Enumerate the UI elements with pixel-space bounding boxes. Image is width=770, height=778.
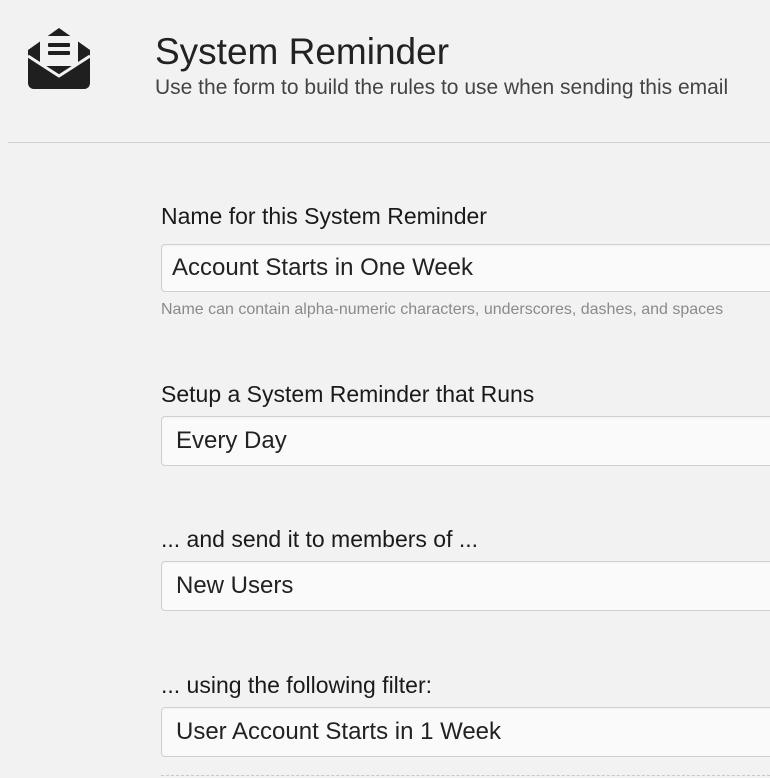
recipients-select-value: New Users xyxy=(176,572,294,599)
name-field-label: Name for this System Reminder xyxy=(161,203,487,229)
page-subtitle: Use the form to build the rules to use w… xyxy=(155,76,729,99)
schedule-select[interactable]: Every Day xyxy=(161,416,770,466)
open-envelope-icon xyxy=(26,26,92,90)
recipients-select[interactable]: New Users xyxy=(161,561,770,611)
filter-select-value: User Account Starts in 1 Week xyxy=(176,718,502,745)
page-header: System Reminder Use the form to build th… xyxy=(0,0,770,143)
name-input-value: Account Starts in One Week xyxy=(172,254,474,281)
schedule-field-label: Setup a System Reminder that Runs xyxy=(161,381,535,407)
filter-field-label: ... using the following filter: xyxy=(161,672,433,698)
page: System Reminder Use the form to build th… xyxy=(0,0,770,778)
page-title: System Reminder xyxy=(155,31,450,72)
name-field-hint: Name can contain alpha-numeric character… xyxy=(161,301,724,318)
name-input[interactable]: Account Starts in One Week xyxy=(161,244,770,292)
schedule-select-value: Every Day xyxy=(176,427,287,454)
header-divider xyxy=(8,142,770,143)
recipients-field-label: ... and send it to members of ... xyxy=(161,526,479,552)
filter-select[interactable]: User Account Starts in 1 Week xyxy=(161,707,770,757)
section-separator xyxy=(161,775,770,777)
